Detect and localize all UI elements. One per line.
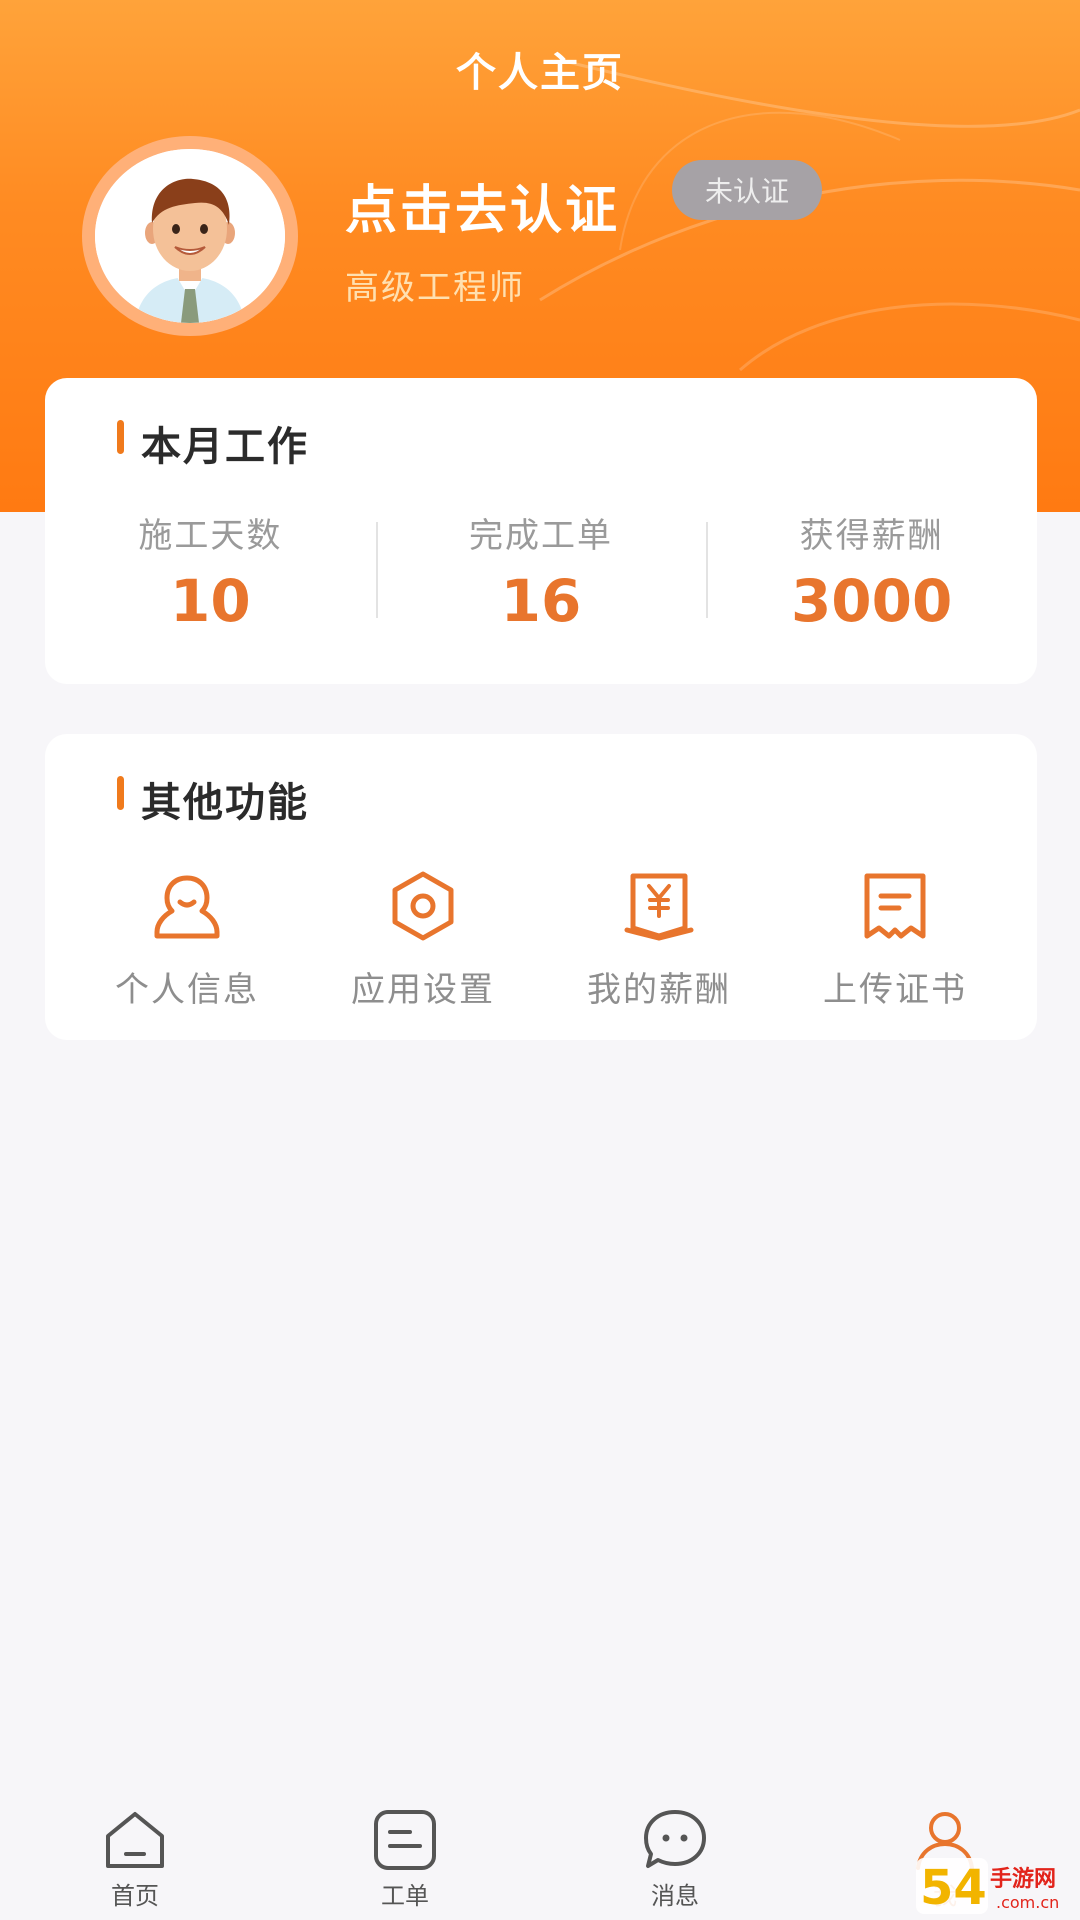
settings-icon [392,871,454,941]
other-functions-card: 其他功能 个人信息 应用设置 我的薪酬 上传证书 [45,734,1037,1040]
title-accent-bar [117,776,124,810]
svg-text:54: 54 [920,1860,987,1916]
section-title-work: 本月工作 [117,414,309,472]
stat-value: 3000 [790,567,953,635]
function-grid: 个人信息 应用设置 我的薪酬 上传证书 [45,866,1037,1011]
tab-label: 首页 [111,1882,159,1910]
stat-label: 完成工单 [469,516,613,556]
message-icon [644,1810,706,1868]
func-label: 个人信息 [115,970,259,1010]
func-label: 应用设置 [351,970,495,1010]
func-label: 我的薪酬 [587,970,731,1010]
func-label: 上传证书 [823,970,967,1010]
section-title-text: 其他功能 [141,780,309,826]
func-upload-certificate[interactable]: 上传证书 [777,866,1013,1011]
section-title-text: 本月工作 [141,424,309,470]
tab-label: 工单 [381,1882,429,1910]
cert-status-badge: 未认证 [672,160,822,220]
section-title-functions: 其他功能 [117,770,309,828]
site-watermark-logo: 54 手游网 .com.cn [916,1858,1059,1916]
func-app-settings[interactable]: 应用设置 [305,866,541,1011]
tab-messages[interactable]: 消息 [540,1790,810,1920]
stat-value: 16 [500,567,582,635]
page-title: 个人主页 [456,50,624,96]
stat-construction-days[interactable]: 施工天数 10 [45,508,376,635]
workorder-icon [374,1810,436,1870]
title-accent-bar [117,420,124,454]
certificate-icon [864,873,926,939]
person-icon [154,875,220,939]
tab-workorder[interactable]: 工单 [270,1790,540,1920]
work-stats: 施工天数 10 完成工单 16 获得薪酬 3000 [45,508,1037,635]
stat-value: 10 [169,567,251,635]
stat-salary-earned[interactable]: 获得薪酬 3000 [706,508,1037,635]
monthly-work-card: 本月工作 施工天数 10 完成工单 16 获得薪酬 3000 [45,378,1037,684]
func-my-salary[interactable]: 我的薪酬 [541,866,777,1011]
svg-text:手游网: 手游网 [990,1866,1056,1892]
stat-label: 获得薪酬 [799,516,944,556]
avatar-man-icon [95,149,285,323]
stat-label: 施工天数 [138,516,283,556]
func-personal-info[interactable]: 个人信息 [69,866,305,1011]
user-role: 高级工程师 [345,268,525,308]
salary-icon [624,873,694,941]
verify-link[interactable]: 点击去认证 [345,168,620,243]
tab-label: 消息 [651,1882,699,1910]
home-icon [106,1812,164,1868]
stat-completed-orders[interactable]: 完成工单 16 [375,508,707,635]
avatar[interactable] [82,136,298,336]
tab-home[interactable]: 首页 [0,1790,270,1920]
svg-text:.com.cn: .com.cn [996,1893,1059,1912]
